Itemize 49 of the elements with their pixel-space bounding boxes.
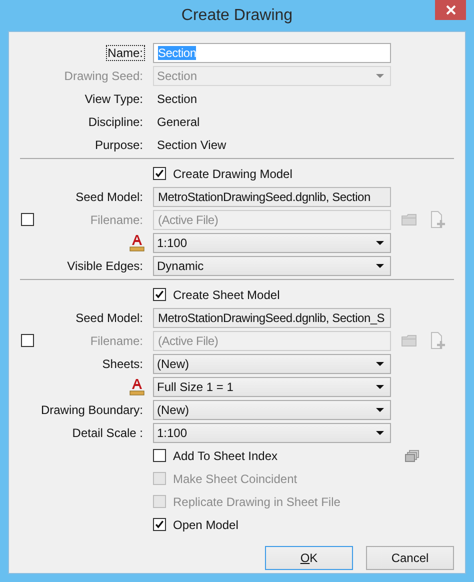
field-label: Detail Scale : [71,424,144,440]
field-label: Sheets: [101,356,144,372]
field-label: Discipline: [87,114,144,130]
field-label: Filename: [89,212,144,228]
dialog-button[interactable]: Cancel [366,546,454,570]
checkbox[interactable] [153,167,166,180]
dropdown-arrow-icon [376,264,384,268]
field-label: Visible Edges: [66,258,144,274]
field-label: Drawing Seed: [63,68,144,84]
dropdown[interactable]: Full Size 1 = 1 [153,376,391,396]
field-value: General [156,114,201,128]
text-field[interactable]: MetroStationDrawingSeed.dgnlib, Section_S [153,308,391,328]
dropdown-arrow-icon [376,430,384,434]
checkbox-label: Create Drawing Model [173,166,292,180]
dropdown[interactable]: 1:100 [153,232,391,252]
checkbox[interactable] [153,449,166,462]
dropdown-arrow-icon [376,362,384,366]
field-value: Section [156,92,198,106]
close-icon [446,5,456,15]
field-label: Seed Model: [74,310,144,326]
field-label: Purpose: [94,136,144,152]
checkbox-label: Add To Sheet Index [173,448,278,462]
checkbox-label: Make Sheet Coincident [173,472,298,486]
checkbox[interactable] [153,518,166,531]
field-label: Seed Model: [74,188,144,204]
dropdown[interactable]: 1:100 [153,422,391,442]
window-title: Create Drawing [181,7,293,25]
scale-icon [129,378,145,396]
scale-icon [129,234,145,252]
field-label: Filename: [89,332,144,348]
close-button[interactable] [435,0,466,20]
dropdown-arrow-icon [376,74,384,78]
checkbox-label: Replicate Drawing in Sheet File [173,494,340,508]
dropdown-arrow-icon [376,240,384,244]
dropdown[interactable]: (New) [153,400,391,420]
dropdown-arrow-icon [376,408,384,412]
dropdown[interactable]: (New) [153,354,391,374]
dropdown-arrow-icon [376,384,384,388]
text-field[interactable]: MetroStationDrawingSeed.dgnlib, Section [153,186,391,206]
dropdown[interactable]: Dynamic [153,256,391,276]
field-label: View Type: [84,90,144,106]
field-value: Section View [156,138,228,152]
checkbox-label: Open Model [173,518,238,532]
checkbox-label: Create Sheet Model [173,288,280,302]
field-label: Drawing Boundary: [40,402,144,418]
stacked-pages-icon[interactable] [405,450,419,462]
dialog-button[interactable]: OK [265,546,353,570]
checkbox[interactable] [153,288,166,301]
field-label: Name: [106,44,145,60]
